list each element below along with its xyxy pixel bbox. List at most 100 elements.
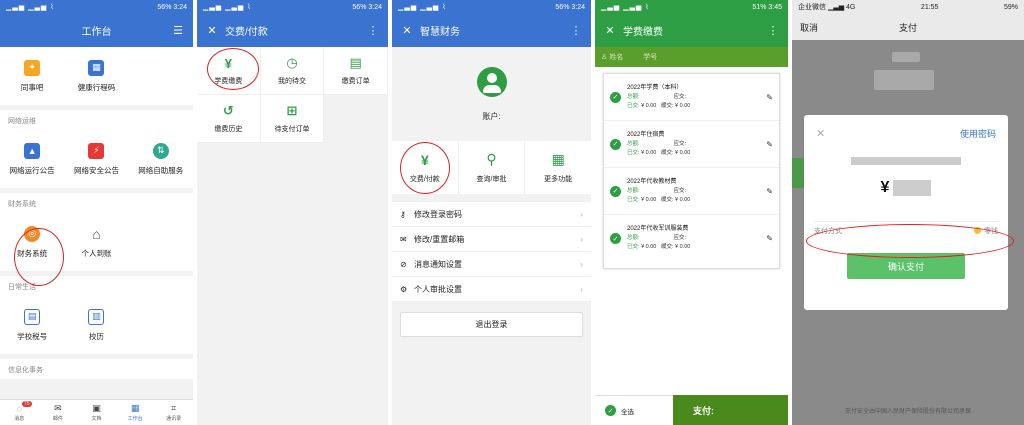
more-vert-icon[interactable]: ⋮ <box>366 24 380 37</box>
select-all-toggle[interactable]: ✓ 全选 <box>595 395 673 425</box>
logout-button[interactable]: 退出登录 <box>400 312 583 337</box>
insurance-footer: 支付安全由中国人民财产保险股份有限公司承保 <box>844 409 971 415</box>
checked-icon[interactable]: ✓ <box>610 138 621 150</box>
cancel-button[interactable]: 取消 <box>800 21 840 34</box>
app-network-self-service[interactable]: ⇅ 网络自助服务 <box>129 130 193 188</box>
close-icon[interactable]: ✕ <box>816 127 825 140</box>
panel-smart-finance: ▁▃▅ ▁▃▅ ⌇ 56% 3:24 ✕ 智慧财务 ⋮ 账户: ¥ 交费/付款 … <box>392 0 591 425</box>
status-bar: ▁▃▅ ▁▃▅ ⌇ 51% 3:45 <box>595 0 788 14</box>
more-vert-icon[interactable]: ⋮ <box>766 24 780 37</box>
tax-id-icon: ▤ <box>24 308 41 325</box>
pay-bottom-bar: ✓ 全选 支付: <box>595 395 788 425</box>
checked-icon[interactable]: ✓ <box>610 91 621 103</box>
tuition-header: ✕ 学费缴费 ⋮ <box>595 14 788 47</box>
finance-swirl-icon: ◎ <box>24 225 41 242</box>
close-icon[interactable]: ✕ <box>205 24 219 37</box>
query-approve-button[interactable]: ⚲ 查询/审批 <box>459 141 526 194</box>
page-title: 支付 <box>898 22 917 33</box>
panel-tuition: ▁▃▅ ▁▃▅ ⌇ 51% 3:45 ✕ 学费缴费 ⋮ ♙ 姓名 学号 ✓ 20… <box>595 0 788 425</box>
panel-payment-dialog: 企业微信 ▁▃▅ 4G 21:55 59% 取消 支付 ✕ 使用密码 ¥ 支付方… <box>792 0 1024 425</box>
mail-icon: ✉ <box>54 403 62 413</box>
yen-icon: ¥ <box>420 151 429 168</box>
unread-badge: 75 <box>22 401 32 407</box>
checked-icon[interactable]: ✓ <box>610 185 621 197</box>
checked-icon[interactable]: ✓ <box>610 233 621 244</box>
tab-documents[interactable]: ▣ 文档 <box>77 400 116 425</box>
battery-text: 56% <box>157 3 172 11</box>
grid-icon: ▦ <box>130 403 140 413</box>
edit-icon[interactable]: ✎ <box>766 234 773 243</box>
edit-icon[interactable]: ✎ <box>766 187 773 196</box>
change-password-item[interactable]: ⚷ 修改登录密码 › <box>392 202 591 227</box>
status-bar: ▁▃▅ ▁▃▅ ⌇ 56% 3:24 <box>197 0 388 14</box>
payment-header: 取消 支付 <box>792 14 1024 40</box>
self-service-icon: ⇅ <box>152 142 169 159</box>
app-health-code[interactable]: ▦ 健康行程码 <box>64 47 128 105</box>
payment-history-button[interactable]: ↺ 缴费历史 <box>197 95 261 143</box>
health-code-icon: ▦ <box>88 59 105 76</box>
notification-settings-item[interactable]: ⊘ 消息通知设置 › <box>392 252 591 277</box>
app-colleagues[interactable]: ✦ 同事吧 <box>0 47 64 105</box>
tuition-payment-button[interactable]: ¥ 学费缴费 <box>197 47 261 95</box>
app-finance-system[interactable]: ◎ 财务系统 <box>0 213 64 271</box>
app-school-calendar[interactable]: ▥ 校历 <box>64 296 128 354</box>
bottom-tab-bar: ◌ 消息 75 ✉ 邮件 ▣ 文档 ▦ 工作台 ⌗ 通讯录 <box>0 399 193 425</box>
close-icon[interactable]: ✕ <box>400 24 414 37</box>
blurred-payee <box>851 157 961 165</box>
panel-pay: ▁▃▅ ▁▃▅ ⌇ 56% 3:24 ✕ 交费/付款 ⋮ ¥ 学费缴费 ◷ 我的… <box>197 0 388 425</box>
edit-icon[interactable]: ✎ <box>766 93 773 102</box>
reset-email-item[interactable]: ✉ 修改/重置邮箱 › <box>392 227 591 252</box>
blurred-amount <box>874 70 934 90</box>
pay-action-button[interactable]: ¥ 交费/付款 <box>392 141 459 194</box>
edit-icon[interactable]: ✎ <box>766 140 773 149</box>
page-title: 学费缴费 <box>623 27 663 38</box>
use-password-link[interactable]: 使用密码 <box>960 127 996 140</box>
calendar-icon: ▥ <box>88 308 105 325</box>
settings-menu: ⚷ 修改登录密码 › ✉ 修改/重置邮箱 › ⊘ 消息通知设置 › ⚙ 个人审批… <box>392 202 591 302</box>
history-icon: ↺ <box>222 103 234 118</box>
amount-display: ¥ <box>804 179 1008 197</box>
user-avatar-icon <box>476 66 507 97</box>
key-icon: ⚷ <box>400 209 406 219</box>
org-chart-icon: ⌗ <box>171 403 177 413</box>
pay-button[interactable]: 支付: <box>673 395 788 425</box>
grid-icon: ▦ <box>551 151 565 167</box>
student-info-bar: ♙ 姓名 学号 <box>595 47 788 67</box>
app-personal-arrival[interactable]: ⌂ 个人到账 <box>64 213 128 271</box>
app-network-notice[interactable]: ▲ 网络运行公告 <box>0 130 64 188</box>
status-bar: ▁▃▅ ▁▃▅ ⌇ 56% 3:24 <box>0 0 193 14</box>
approval-settings-item[interactable]: ⚙ 个人审批设置 › <box>392 277 591 302</box>
fee-item[interactable]: ✓ 2022年住宿费 总额: 应交: 已交: ¥ 0.00 缓交: ¥ 0.00 … <box>604 121 779 168</box>
my-pending-button[interactable]: ◷ 我的待交 <box>260 47 325 95</box>
payment-method-row[interactable]: 支付方式 零钱 <box>814 221 998 239</box>
fee-item[interactable]: ✓ 2022年学费（本科） 总额: 应交: 已交: ¥ 0.00 缓交: ¥ 0.… <box>604 74 779 121</box>
tab-contacts[interactable]: ⌗ 通讯录 <box>154 400 193 425</box>
profile-area: 账户: <box>392 47 591 141</box>
fee-item[interactable]: ✓ 2022年代收军训服装费 总额: 应交: 已交: ¥ 0.00 缓交: ¥ 0… <box>604 215 779 262</box>
fee-item[interactable]: ✓ 2022年代收教材费 总额: 应交: 已交: ¥ 0.00 缓交: ¥ 0.0… <box>604 168 779 215</box>
alarm-icon: ⚡ <box>88 142 105 159</box>
more-functions-button[interactable]: ▦ 更多功能 <box>525 141 591 194</box>
time-text: 21:55 <box>920 3 939 11</box>
chevron-right-icon: › <box>580 259 583 269</box>
gear-icon: ⚙ <box>400 284 408 294</box>
payment-orders-button[interactable]: ▤ 缴费订单 <box>324 47 388 95</box>
close-icon[interactable]: ✕ <box>603 24 617 37</box>
tab-mail[interactable]: ✉ 邮件 <box>39 400 78 425</box>
app-school-tax-id[interactable]: ▤ 学校税号 <box>0 296 64 354</box>
mail-icon: ✉ <box>400 234 407 244</box>
filter-icon[interactable]: ☰ <box>171 24 185 37</box>
tab-messages[interactable]: ◌ 消息 75 <box>0 400 39 425</box>
tab-workbench[interactable]: ▦ 工作台 <box>116 400 155 425</box>
pending-orders-button[interactable]: ⊞ 待支付订单 <box>260 95 325 143</box>
chevron-right-icon: › <box>580 284 583 294</box>
confirm-payment-button[interactable]: 确认支付 <box>847 253 965 279</box>
status-bar: 企业微信 ▁▃▅ 4G 21:55 59% <box>792 0 1024 14</box>
document-icon: ▣ <box>92 403 101 413</box>
carrier-text: 企业微信 ▁▃▅ 4G <box>798 4 856 11</box>
password-dialog: ✕ 使用密码 ¥ 支付方式 零钱 确认支付 <box>804 115 1008 310</box>
more-vert-icon[interactable]: ⋮ <box>569 24 583 37</box>
coin-icon <box>974 227 981 234</box>
section-it-affairs: 信息化事务 <box>0 359 193 379</box>
app-network-security[interactable]: ⚡ 网络安全公告 <box>64 130 128 188</box>
